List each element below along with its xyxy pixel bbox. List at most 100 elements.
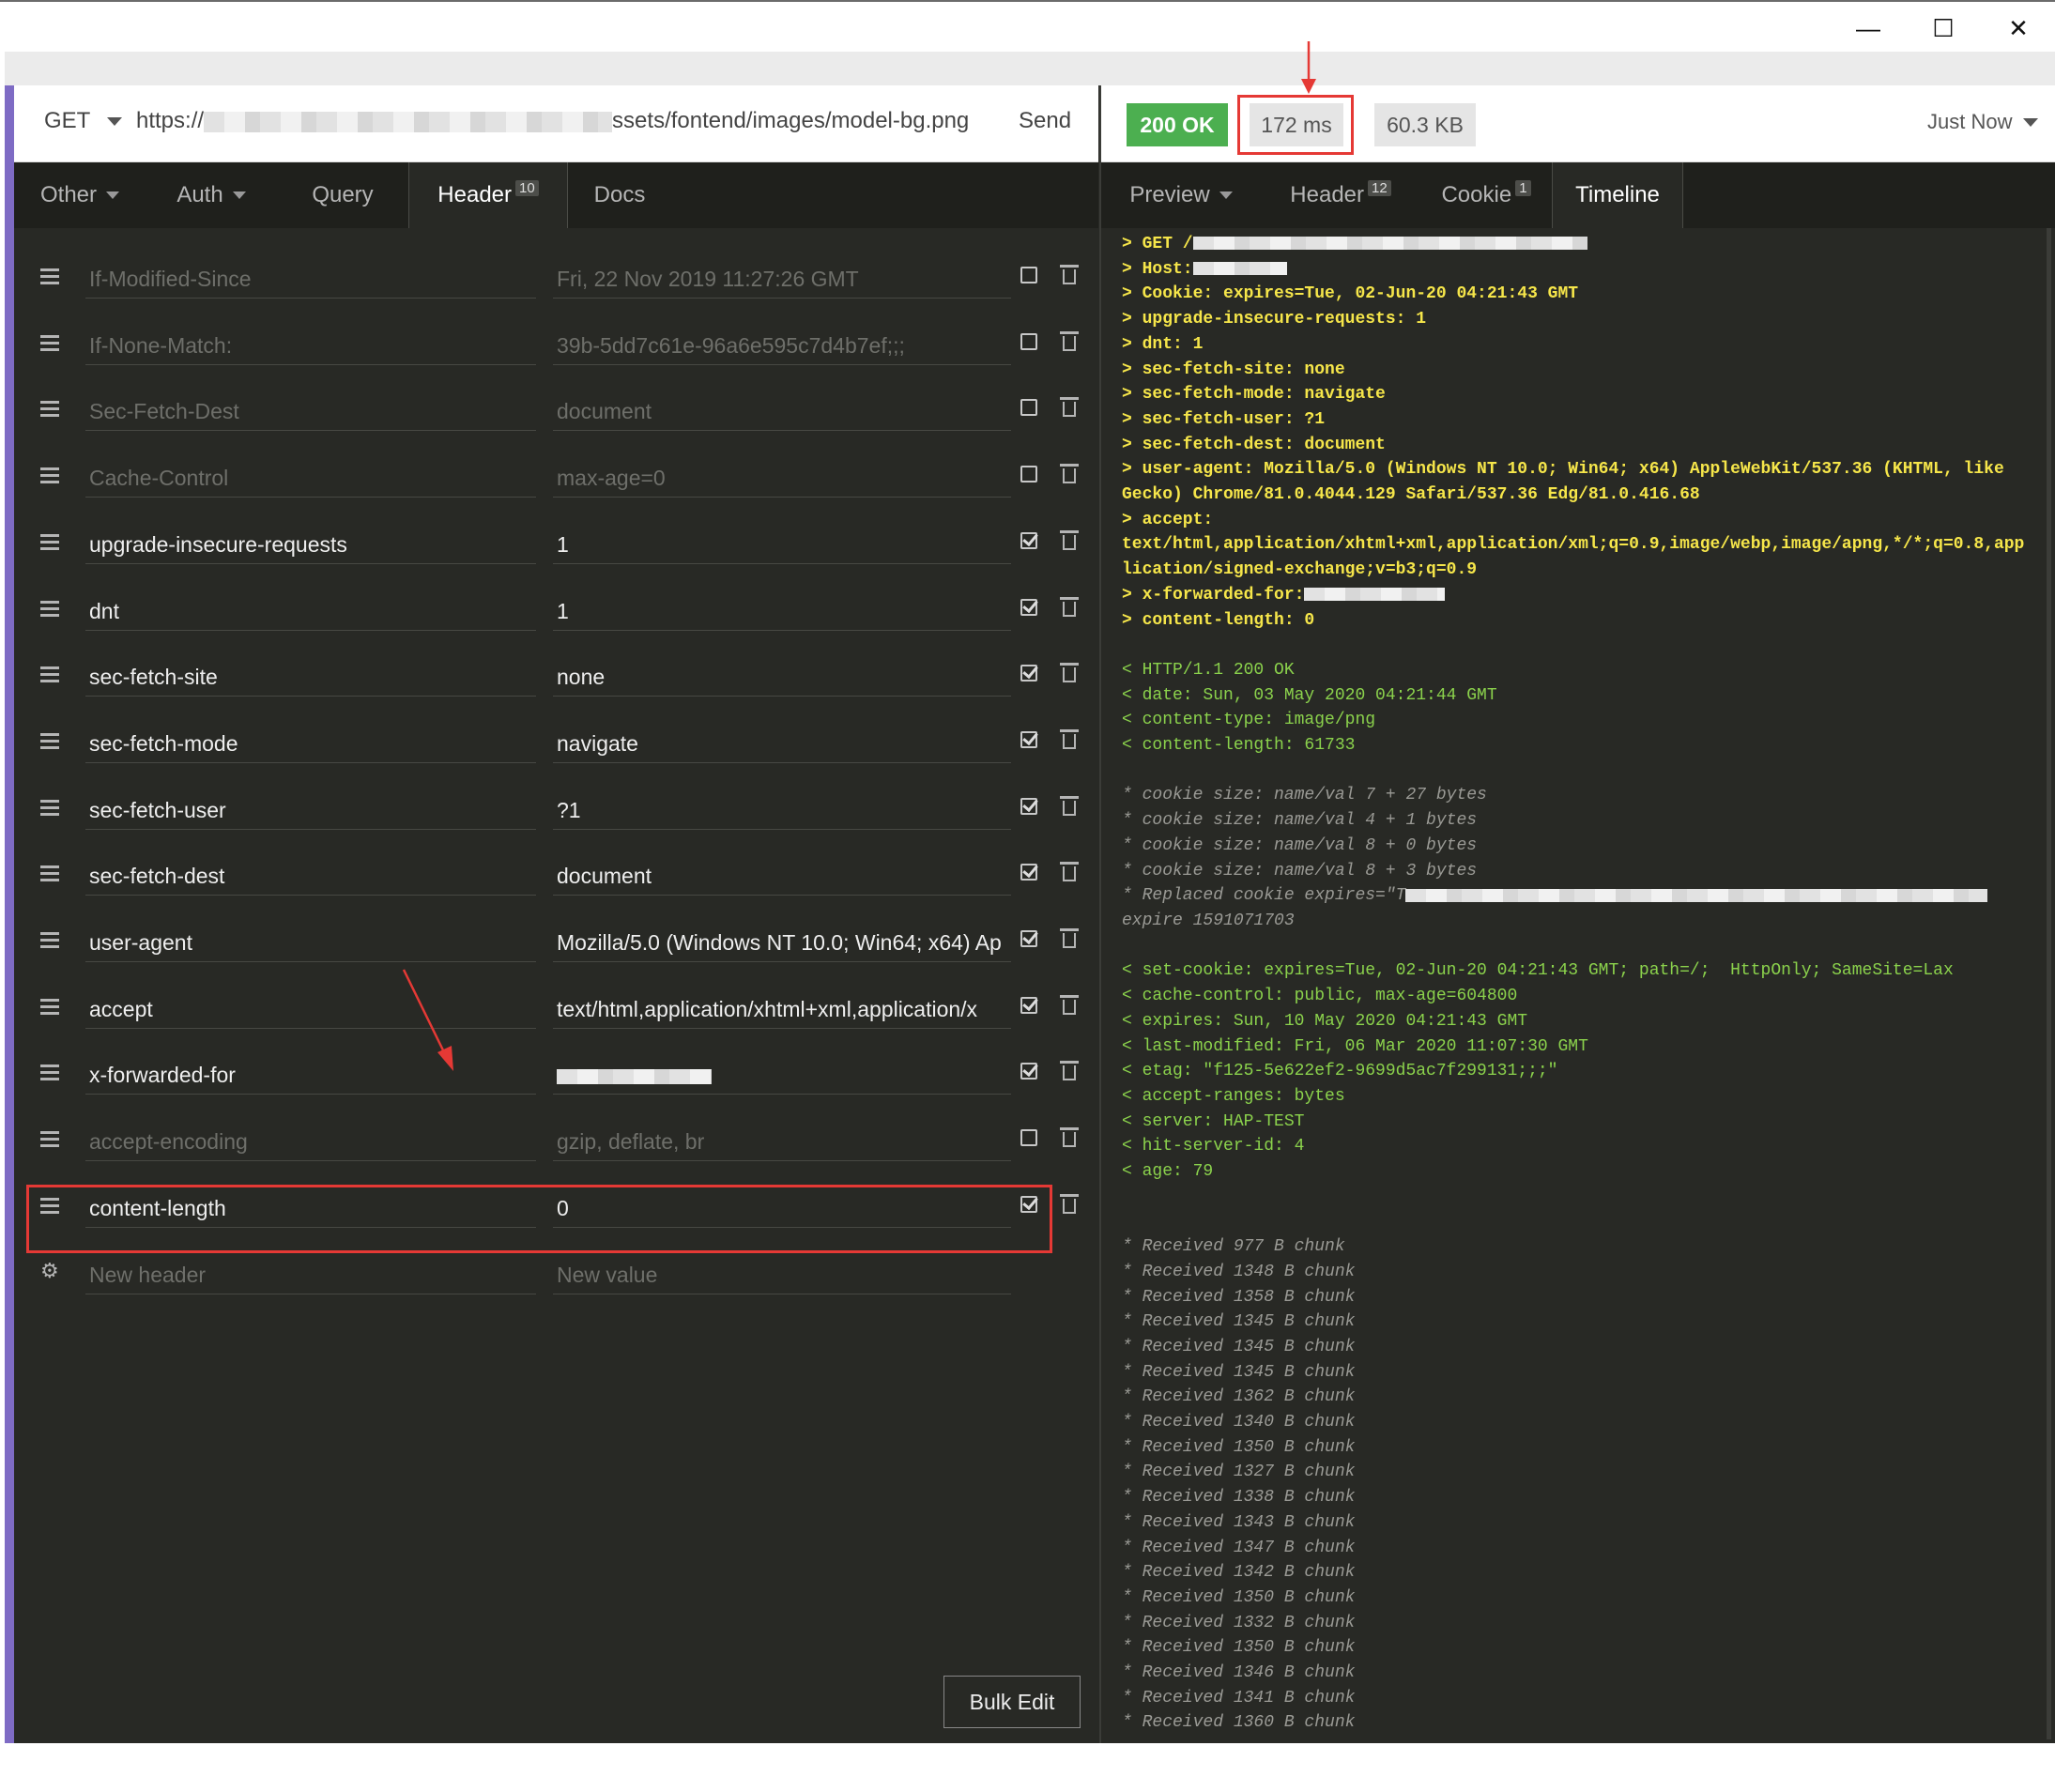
trash-icon[interactable] (1060, 862, 1079, 882)
header-enable-checkbox[interactable] (1020, 332, 1037, 350)
header-enable-checkbox[interactable] (1020, 399, 1037, 417)
drag-handle-icon[interactable] (40, 334, 59, 352)
header-value-input[interactable]: document (553, 852, 1011, 896)
drag-handle-icon[interactable] (40, 467, 59, 484)
header-enable-checkbox[interactable] (1020, 1063, 1037, 1080)
scrollbar[interactable] (2047, 228, 2051, 1739)
trash-icon[interactable] (1060, 663, 1079, 683)
bulk-edit-button[interactable]: Bulk Edit (943, 1676, 1081, 1728)
header-enable-checkbox[interactable] (1020, 1129, 1037, 1147)
drag-handle-icon[interactable] (40, 865, 59, 882)
header-name-input[interactable]: upgrade-insecure-requests (85, 521, 536, 564)
header-name-input[interactable]: sec-fetch-mode (85, 720, 536, 763)
drag-handle-icon[interactable] (40, 268, 59, 285)
header-name-input[interactable]: sec-fetch-user (85, 787, 536, 830)
maximize-icon[interactable]: ☐ (1906, 6, 1981, 51)
trash-icon[interactable] (1060, 330, 1079, 352)
trash-icon[interactable] (1060, 1061, 1079, 1081)
new-header-input[interactable]: New header (85, 1251, 536, 1294)
drag-handle-icon[interactable] (40, 533, 59, 551)
minimize-icon[interactable]: — (1831, 6, 1906, 51)
timeline-line: * Received 1341 B chunk (1122, 1688, 1356, 1708)
header-value: none (557, 665, 606, 690)
send-button[interactable]: Send (1019, 108, 1071, 134)
response-tab-cookie[interactable]: Cookie 1 (1420, 162, 1552, 228)
header-enable-checkbox[interactable] (1020, 996, 1037, 1014)
trash-icon[interactable] (1060, 1127, 1079, 1148)
header-enable-checkbox[interactable] (1020, 466, 1037, 483)
header-enable-checkbox[interactable] (1020, 531, 1037, 549)
response-tab-timeline[interactable]: Timeline (1552, 162, 1683, 228)
trash-icon[interactable] (1060, 795, 1079, 817)
trash-icon[interactable] (1060, 1193, 1079, 1215)
trash-icon[interactable] (1060, 529, 1079, 551)
header-value-input[interactable]: navigate (553, 720, 1011, 763)
drag-handle-icon[interactable] (40, 401, 59, 418)
request-tab-header[interactable]: Header 10 (408, 162, 568, 228)
header-name-input[interactable]: Sec-Fetch-Dest (85, 388, 536, 432)
header-value-input[interactable]: 1 (553, 588, 1011, 631)
header-enable-checkbox[interactable] (1020, 267, 1037, 283)
header-name-input[interactable]: sec-fetch-site (85, 653, 536, 697)
header-value-input[interactable]: Fri, 22 Nov 2019 11:27:26 GMT (553, 255, 1011, 299)
drag-handle-icon[interactable] (40, 932, 59, 949)
response-tab-preview[interactable]: Preview (1101, 162, 1261, 228)
header-value-input[interactable]: 39b-5dd7c61e-96a6e595c7d4b7ef;;; (553, 322, 1011, 365)
request-tab-auth[interactable]: Auth (146, 162, 277, 228)
gear-icon[interactable]: ⚙ (40, 1259, 59, 1283)
drag-handle-icon[interactable] (40, 732, 59, 750)
header-name-input[interactable]: dnt (85, 588, 536, 631)
timeline-line: * Received 1347 B chunk (1122, 1538, 1356, 1557)
drag-handle-icon[interactable] (40, 799, 59, 817)
trash-icon[interactable] (1060, 928, 1079, 949)
close-icon[interactable]: ✕ (1981, 6, 2055, 51)
timeline-line: * Received 1362 B chunk (1122, 1387, 1356, 1407)
request-tab-docs[interactable]: Docs (568, 162, 671, 228)
request-tab-other[interactable]: Other (14, 162, 146, 228)
trash-icon[interactable] (1060, 397, 1079, 418)
header-value-input[interactable]: 1 (553, 521, 1011, 564)
header-name-input[interactable]: user-agent (85, 919, 536, 962)
header-value-input[interactable] (553, 1051, 1011, 1095)
header-value-input[interactable]: none (553, 653, 1011, 697)
header-name-input[interactable]: accept-encoding (85, 1118, 536, 1162)
header-row: accept-encoding gzip, deflate, br (14, 1109, 1098, 1175)
header-enable-checkbox[interactable] (1020, 598, 1037, 616)
header-name-input[interactable]: Cache-Control (85, 454, 536, 498)
drag-handle-icon[interactable] (40, 1131, 59, 1148)
header-value-input[interactable]: max-age=0 (553, 454, 1011, 498)
trash-icon[interactable] (1060, 728, 1079, 750)
header-enable-checkbox[interactable] (1020, 864, 1037, 881)
trash-icon[interactable] (1060, 265, 1079, 285)
size-badge: 60.3 KB (1374, 103, 1476, 146)
drag-handle-icon[interactable] (40, 998, 59, 1016)
history-dropdown[interactable]: Just Now (1927, 110, 2039, 134)
header-value-input[interactable]: ?1 (553, 787, 1011, 830)
header-name-input[interactable]: If-Modified-Since (85, 255, 536, 299)
trash-icon[interactable] (1060, 596, 1079, 618)
trash-icon[interactable] (1060, 994, 1079, 1016)
header-name-input[interactable]: x-forwarded-for (85, 1051, 536, 1095)
timeline-line: * Received 1332 B chunk (1122, 1613, 1356, 1632)
header-value-input[interactable]: text/html,application/xhtml+xml,applicat… (553, 986, 1011, 1029)
new-value-input[interactable]: New value (553, 1251, 1011, 1294)
header-enable-checkbox[interactable] (1020, 730, 1037, 748)
timeline-line: > content-length: 0 (1122, 610, 1315, 630)
url-input[interactable]: https:// ssets/fontend/images/model-bg.pn… (136, 108, 969, 134)
header-enable-checkbox[interactable] (1020, 797, 1037, 815)
trash-icon[interactable] (1060, 464, 1079, 484)
drag-handle-icon[interactable] (40, 666, 59, 683)
header-enable-checkbox[interactable] (1020, 930, 1037, 947)
header-value-input[interactable]: Mozilla/5.0 (Windows NT 10.0; Win64; x64… (553, 919, 1011, 962)
header-name-input[interactable]: If-None-Match: (85, 322, 536, 365)
response-tab-header[interactable]: Header 12 (1261, 162, 1420, 228)
header-enable-checkbox[interactable] (1020, 665, 1037, 682)
header-name-input[interactable]: sec-fetch-dest (85, 852, 536, 896)
header-name-input[interactable]: accept (85, 986, 536, 1029)
method-dropdown[interactable]: GET (44, 108, 123, 134)
drag-handle-icon[interactable] (40, 1064, 59, 1081)
drag-handle-icon[interactable] (40, 600, 59, 618)
request-tab-query[interactable]: Query (277, 162, 408, 228)
header-value-input[interactable]: document (553, 388, 1011, 432)
header-value-input[interactable]: gzip, deflate, br (553, 1118, 1011, 1162)
